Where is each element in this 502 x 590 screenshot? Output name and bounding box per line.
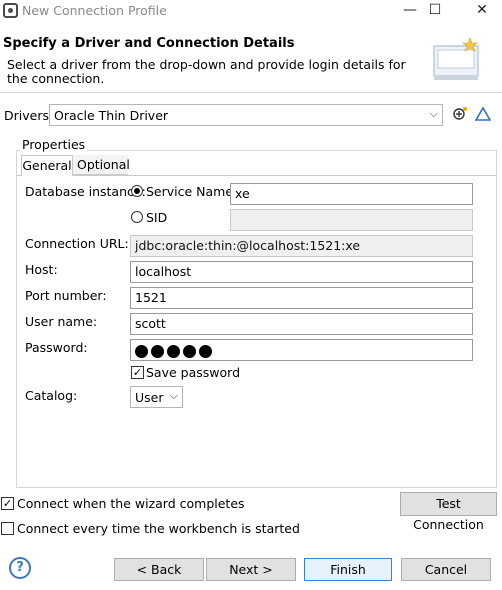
save-password-label: Save password — [146, 365, 241, 380]
page-description: Select a driver from the drop-down and p… — [7, 57, 406, 86]
help-icon[interactable]: ? — [9, 557, 31, 579]
catalog-label: Catalog: — [25, 388, 78, 403]
properties-group-label: Properties — [20, 137, 88, 152]
tab-general[interactable]: General — [21, 155, 73, 176]
maximize-button[interactable]: ☐ — [417, 0, 453, 22]
checkmark-icon: ✓ — [132, 366, 143, 379]
password-dot — [167, 345, 180, 358]
catalog-selected: User — [135, 390, 164, 405]
save-password-checkbox[interactable]: ✓ — [131, 366, 144, 379]
host-label: Host: — [25, 262, 58, 277]
drivers-selected: Oracle Thin Driver — [54, 108, 169, 123]
password-dot — [135, 345, 148, 358]
page-title: Specify a Driver and Connection Details — [3, 36, 295, 51]
test-connection-button[interactable]: Test Connection — [400, 492, 497, 532]
cancel-button[interactable]: Cancel — [401, 558, 491, 581]
sid-input[interactable] — [230, 209, 473, 231]
user-name-label: User name: — [25, 314, 98, 329]
port-label: Port number: — [25, 288, 107, 303]
drivers-dropdown[interactable]: Oracle Thin Driver ⌵ — [49, 104, 443, 126]
connect-every-time-checkbox[interactable] — [1, 522, 14, 535]
host-input[interactable]: localhost — [130, 261, 473, 283]
window-title: New Connection Profile — [22, 3, 167, 18]
sid-label: SID — [146, 210, 168, 225]
title-bar: New Connection Profile — ☐ ✕ — [0, 0, 502, 22]
finish-button[interactable]: Finish — [304, 558, 392, 581]
connect-every-time-label: Connect every time the workbench is star… — [17, 521, 300, 536]
port-input[interactable]: 1521 — [130, 287, 473, 309]
app-icon — [3, 3, 18, 18]
connect-on-complete-label: Connect when the wizard completes — [17, 496, 245, 511]
database-instance-label: Database instance: — [25, 184, 146, 199]
chevron-down-icon: ⌵ — [169, 389, 178, 402]
service-name-input[interactable]: xe — [230, 183, 473, 205]
checkmark-icon: ✓ — [2, 497, 13, 510]
service-name-radio[interactable] — [131, 185, 143, 197]
tab-optional[interactable]: Optional — [73, 155, 130, 175]
catalog-dropdown[interactable]: User ⌵ — [130, 386, 183, 408]
password-dot — [183, 345, 196, 358]
password-dot — [151, 345, 164, 358]
connect-on-complete-checkbox[interactable]: ✓ — [1, 497, 14, 510]
connection-url-label: Connection URL: — [25, 236, 129, 251]
next-button[interactable]: Next > — [206, 558, 296, 581]
close-button[interactable]: ✕ — [464, 0, 500, 22]
password-dot — [199, 345, 212, 358]
edit-driver-icon[interactable] — [475, 106, 491, 122]
connection-url-field: jdbc:oracle:thin:@localhost:1521:xe — [130, 235, 473, 257]
back-button[interactable]: < Back — [114, 558, 204, 581]
sid-radio[interactable] — [131, 211, 143, 223]
service-name-label: Service Name — [146, 184, 234, 199]
chevron-down-icon: ⌵ — [429, 107, 438, 120]
new-driver-icon[interactable] — [452, 106, 468, 122]
wizard-banner-icon — [433, 37, 479, 80]
password-input[interactable] — [130, 339, 473, 361]
password-label: Password: — [25, 340, 88, 355]
drivers-label: Drivers: — [4, 108, 54, 123]
user-name-input[interactable]: scott — [130, 313, 473, 335]
